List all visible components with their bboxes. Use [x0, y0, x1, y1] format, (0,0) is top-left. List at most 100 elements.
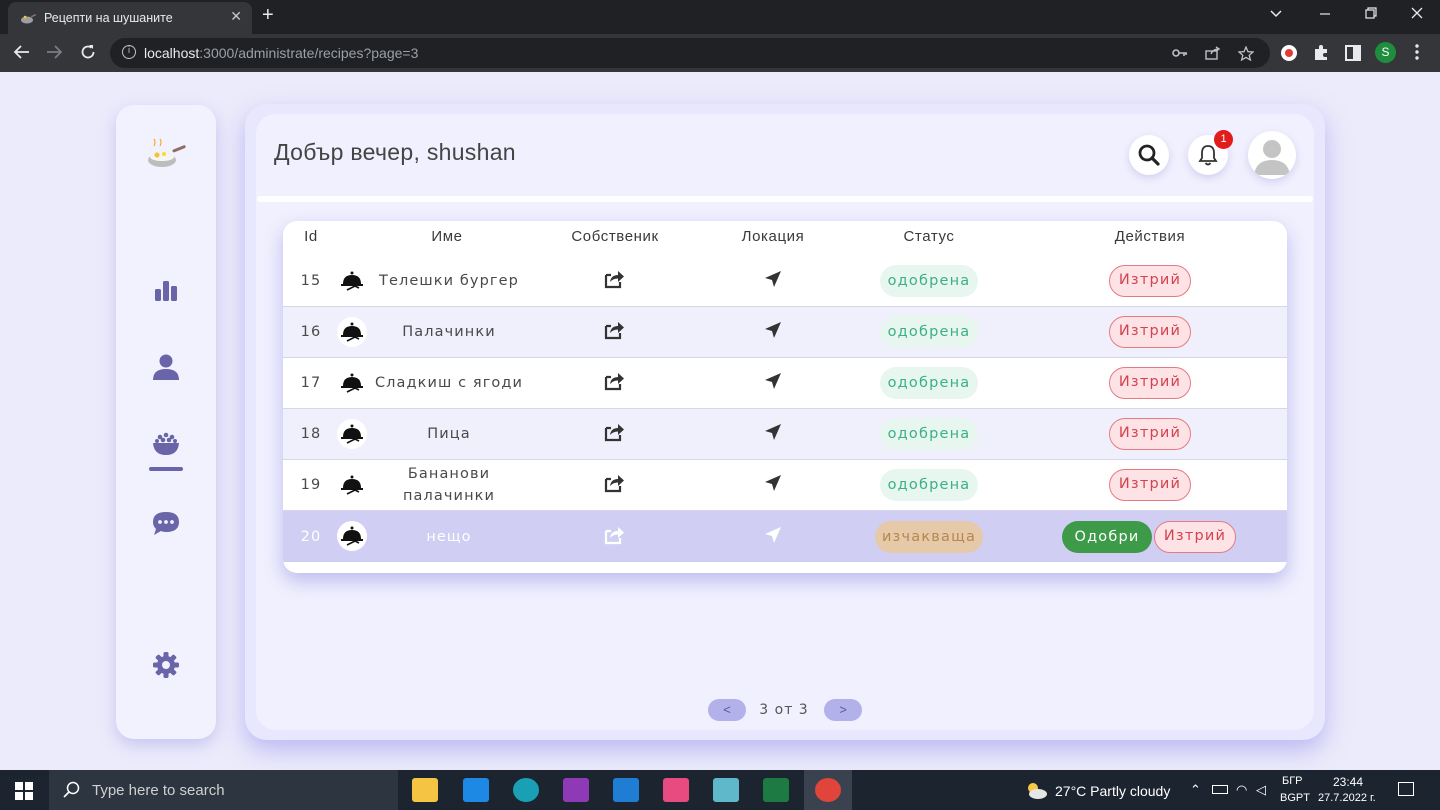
owner-share-icon[interactable] [603, 422, 625, 446]
recipe-id: 15 [300, 273, 322, 289]
notepad-icon[interactable] [713, 778, 739, 802]
browser-tab[interactable]: Рецепти на шушаните ✕ [8, 2, 252, 34]
next-page-button[interactable]: > [824, 699, 862, 721]
onenote-icon[interactable] [563, 778, 589, 802]
location-arrow-icon[interactable] [764, 423, 782, 445]
language-bottom[interactable]: BGPT [1280, 792, 1310, 804]
recipe-id: 16 [300, 324, 322, 340]
column-header-name: Име [431, 228, 463, 245]
wifi-icon[interactable]: ◠ [1236, 782, 1247, 798]
wok-favicon-icon [20, 11, 37, 25]
location-arrow-icon[interactable] [764, 474, 782, 496]
recipe-name: Телешки бургер [379, 273, 519, 289]
mail-icon[interactable] [463, 778, 489, 802]
owner-share-icon[interactable] [603, 320, 625, 344]
active-indicator [149, 467, 183, 471]
battery-icon[interactable] [1212, 785, 1228, 794]
close-window-icon[interactable] [1410, 6, 1424, 23]
side-panel-icon[interactable] [1344, 44, 1362, 62]
back-icon[interactable] [13, 43, 31, 66]
owner-share-icon[interactable] [603, 473, 625, 497]
delete-button[interactable]: Изтрий [1109, 265, 1191, 297]
approve-button[interactable]: Одобри [1062, 520, 1152, 553]
forward-icon[interactable] [45, 43, 63, 66]
status-badge: одобрена [880, 418, 978, 450]
browser-tab-bar: Рецепти на шушаните ✕ + [0, 0, 1440, 34]
intellij-icon[interactable] [663, 778, 689, 802]
table-row: 16 Палачинки одобрена Изтрий [283, 307, 1287, 358]
recipes-table: Id Име Собственик Локация Статус Действи… [283, 221, 1287, 573]
clock-date[interactable]: 27.7.2022 г. [1318, 792, 1376, 804]
edge-icon[interactable] [513, 778, 539, 802]
settings-gear-icon[interactable] [150, 649, 182, 681]
owner-share-icon[interactable] [603, 371, 625, 395]
location-arrow-icon[interactable] [764, 270, 782, 292]
bookmark-star-icon[interactable] [1237, 45, 1255, 65]
file-explorer-icon[interactable] [412, 778, 438, 802]
delete-button[interactable]: Изтрий [1109, 469, 1191, 501]
delete-button[interactable]: Изтрий [1109, 367, 1191, 399]
site-info-icon[interactable]: i [122, 45, 136, 59]
cloche-icon [337, 419, 367, 449]
excel-icon[interactable] [763, 778, 789, 802]
table-row: 18 Пица одобрена Изтрий [283, 409, 1287, 460]
browser-menu-icon[interactable] [1414, 43, 1420, 66]
recipe-name-line2: палачинки [402, 488, 496, 504]
recipe-name: Сладкиш с ягоди [374, 375, 524, 391]
tray-chevron-icon[interactable]: ⌃ [1190, 782, 1201, 798]
restore-icon[interactable] [1364, 6, 1378, 23]
tab-title: Рецепти на шушаните [44, 11, 173, 25]
delete-button[interactable]: Изтрий [1154, 520, 1236, 553]
taskbar-search[interactable]: Type here to search [49, 770, 398, 810]
cloche-icon [337, 470, 367, 500]
weather-text[interactable]: 27°C Partly cloudy [1055, 783, 1170, 799]
clock-time[interactable]: 23:44 [1333, 775, 1363, 789]
users-icon[interactable] [150, 351, 182, 383]
owner-share-icon[interactable] [603, 525, 625, 549]
search-button[interactable] [1129, 135, 1169, 175]
dashboard-chart-icon[interactable] [150, 275, 182, 307]
table-row: 15 Телешки бургер одобрена Изтрий [283, 256, 1287, 307]
recipe-id: 19 [300, 477, 322, 493]
language-top[interactable]: БГР [1282, 775, 1303, 787]
logo-wok-icon[interactable] [144, 136, 188, 174]
delete-button[interactable]: Изтрий [1109, 418, 1191, 450]
table-row: 19 Бананови палачинки одобрена Изтрий [283, 460, 1287, 511]
new-tab-button[interactable]: + [262, 4, 274, 27]
minimize-icon[interactable] [1318, 6, 1332, 23]
notification-center-icon[interactable] [1398, 782, 1414, 796]
recipe-name: Бананови палачинки [403, 463, 495, 507]
share-icon[interactable] [1205, 46, 1221, 64]
header-divider [257, 196, 1313, 202]
location-arrow-icon[interactable] [764, 526, 782, 548]
page-indicator: 3 от 3 [759, 702, 809, 718]
comments-icon[interactable] [150, 507, 182, 539]
prev-page-button[interactable]: < [708, 699, 746, 721]
search-icon [63, 781, 81, 803]
avatar-placeholder-icon [1254, 140, 1290, 175]
vscode-icon[interactable] [613, 778, 639, 802]
reload-icon[interactable] [79, 43, 97, 66]
windows-start-icon[interactable] [15, 782, 33, 804]
address-bar[interactable]: i localhost:3000/administrate/recipes?pa… [110, 38, 1270, 68]
column-header-status: Статус [903, 228, 955, 245]
close-tab-icon[interactable]: ✕ [230, 9, 242, 25]
owner-share-icon[interactable] [603, 269, 625, 293]
recipe-name: Пица [427, 426, 471, 442]
record-extension-icon[interactable] [1280, 44, 1298, 62]
sidebar [116, 105, 216, 739]
status-badge: одобрена [880, 316, 978, 348]
chrome-icon[interactable] [815, 778, 841, 802]
location-arrow-icon[interactable] [764, 321, 782, 343]
extensions-puzzle-icon[interactable] [1312, 44, 1330, 62]
profile-avatar[interactable]: S [1375, 42, 1396, 63]
tab-search-chevron-icon[interactable] [1269, 6, 1283, 23]
user-avatar[interactable] [1248, 131, 1296, 179]
location-arrow-icon[interactable] [764, 372, 782, 394]
volume-icon[interactable]: ◁ [1256, 782, 1266, 798]
key-icon[interactable] [1172, 46, 1188, 64]
recipes-bowl-icon[interactable] [150, 427, 182, 459]
delete-button[interactable]: Изтрий [1109, 316, 1191, 348]
cloche-icon [337, 266, 367, 296]
cloche-icon [337, 368, 367, 398]
